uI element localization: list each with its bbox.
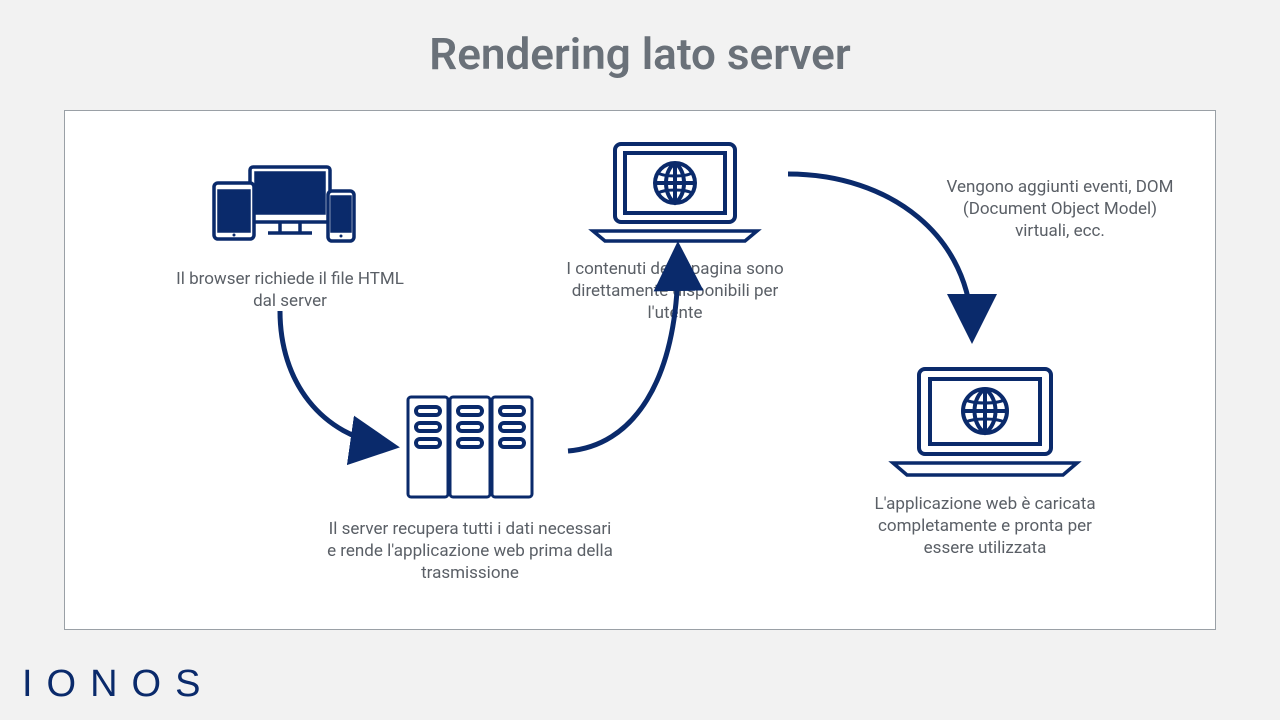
- laptop-loaded-icon: [885, 361, 1085, 481]
- arrow-content-to-loaded: [780, 166, 990, 346]
- arrow-browser-to-server: [265, 306, 425, 466]
- step-loaded-label: L'applicazione web è caricata completame…: [855, 493, 1115, 559]
- diagram-title: Rendering lato server: [0, 0, 1280, 80]
- step-loaded: L'applicazione web è caricata completame…: [855, 361, 1115, 559]
- laptop-globe-icon: [585, 136, 765, 246]
- devices-icon: [210, 161, 370, 256]
- step-server-label: Il server recupera tutti i dati necessar…: [325, 518, 615, 584]
- step-browser: Il browser richiede il file HTML dal ser…: [175, 161, 405, 312]
- brand-logo: IONOS: [22, 663, 214, 706]
- diagram-frame: Il browser richiede il file HTML dal ser…: [64, 110, 1216, 630]
- arrow-server-to-content: [560, 236, 710, 461]
